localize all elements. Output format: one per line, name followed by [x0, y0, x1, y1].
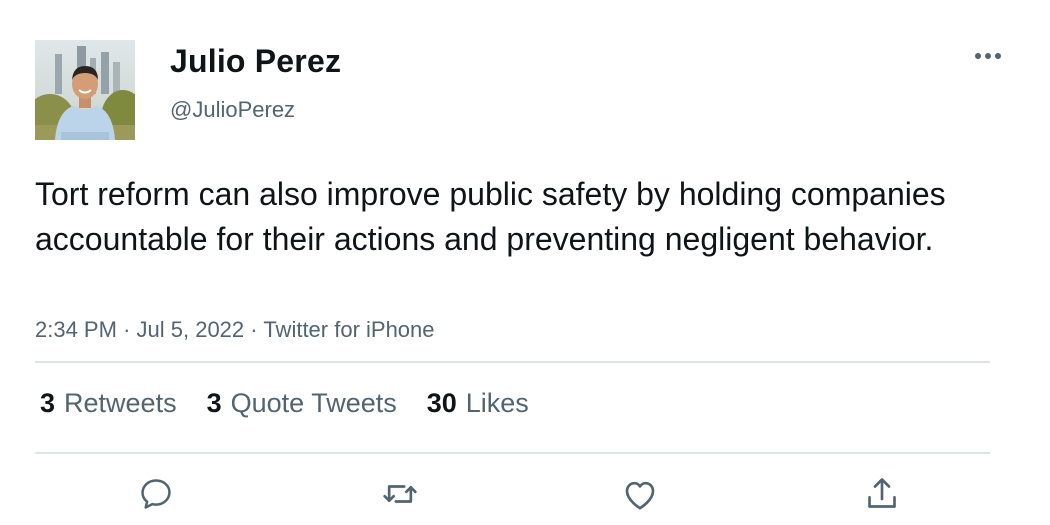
meta-separator: ·: [123, 317, 131, 342]
share-icon: [868, 478, 896, 508]
avatar[interactable]: [35, 40, 135, 140]
share-button[interactable]: [860, 472, 904, 516]
tweet-meta: 2:34 PM · Jul 5, 2022 · Twitter for iPho…: [35, 317, 435, 343]
retweets-stat[interactable]: 3 Retweets: [40, 388, 177, 419]
meta-separator: ·: [250, 317, 258, 342]
display-name[interactable]: Julio Perez: [170, 43, 341, 80]
like-button[interactable]: [618, 472, 662, 516]
retweet-button[interactable]: [378, 472, 422, 516]
retweet-icon: [383, 485, 417, 503]
divider: [35, 452, 990, 454]
reply-icon: [141, 479, 171, 509]
tweet-text: Tort reform can also improve public safe…: [35, 176, 946, 257]
more-dots-icon: [975, 53, 1001, 59]
likes-stat[interactable]: 30 Likes: [427, 388, 529, 419]
tweet-source[interactable]: Twitter for iPhone: [263, 317, 434, 342]
handle[interactable]: @JulioPerez: [170, 97, 295, 123]
quote-tweets-count: 3: [206, 388, 222, 418]
divider: [35, 361, 990, 363]
tweet-card: Julio Perez @JulioPerez Tort reform can …: [0, 0, 1050, 525]
retweets-label: Retweets: [64, 388, 177, 418]
engagement-stats: 3 Retweets 3 Quote Tweets 30 Likes: [40, 388, 529, 419]
tweet-time[interactable]: 2:34 PM: [35, 317, 117, 342]
reply-button[interactable]: [134, 472, 178, 516]
tweet-date[interactable]: Jul 5, 2022: [137, 317, 245, 342]
quote-tweets-label: Quote Tweets: [230, 388, 397, 418]
quote-tweets-stat[interactable]: 3 Quote Tweets: [207, 388, 397, 419]
like-icon: [625, 481, 655, 510]
retweets-count: 3: [40, 388, 56, 418]
avatar-photo: [35, 40, 135, 140]
likes-label: Likes: [465, 388, 529, 418]
more-options-button[interactable]: [970, 40, 1006, 72]
likes-count: 30: [426, 388, 457, 418]
